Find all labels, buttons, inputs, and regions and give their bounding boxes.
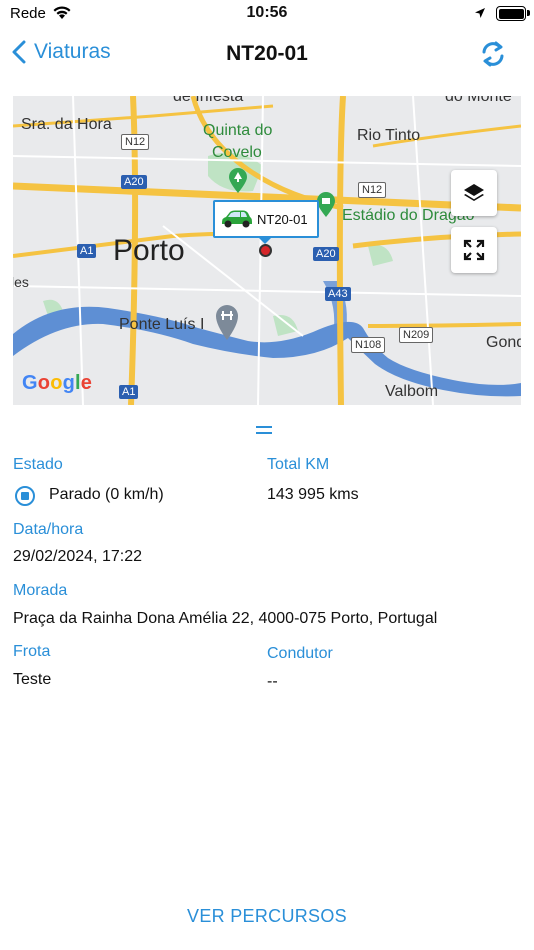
map-place-label: Rio Tinto <box>357 127 421 144</box>
road-shield: N12 <box>358 182 387 198</box>
status-bar: Rede 10:56 <box>0 0 534 30</box>
vehicle-callout-label: NT20-01 <box>257 211 308 227</box>
chevron-left-icon <box>12 40 26 64</box>
location-arrow-icon <box>475 8 485 18</box>
address-value: Praça da Rainha Dona Amélia 22, 4000-075… <box>13 610 438 627</box>
back-button[interactable]: Viaturas <box>12 40 111 64</box>
road-shield: N108 <box>351 337 386 353</box>
map-place-label: Porto <box>113 234 185 267</box>
map-place-label: Gond <box>486 334 521 351</box>
drag-handle-icon[interactable] <box>256 426 272 436</box>
road-shield: N209 <box>399 327 434 343</box>
battery-icon <box>496 6 526 21</box>
map-place-label: Ponte Luís I <box>119 316 205 333</box>
clock: 10:56 <box>246 4 288 21</box>
datetime-label: Data/hora <box>13 521 84 538</box>
stop-circle-icon <box>15 486 35 506</box>
status-label: Estado <box>13 456 63 473</box>
map-place-label: Valbom <box>385 383 439 400</box>
total-km-label: Total KM <box>267 456 330 473</box>
vehicle-map[interactable]: de Infesta do Monte Sra. da Hora Quinta … <box>13 96 521 405</box>
map-place-label: Quinta do <box>203 122 273 139</box>
map-place-label: les <box>13 274 29 290</box>
back-label: Viaturas <box>34 40 111 63</box>
fullscreen-icon <box>463 239 485 261</box>
road-shield: A20 <box>121 175 147 189</box>
vehicle-marker[interactable] <box>259 244 272 257</box>
fleet-label: Frota <box>13 643 51 660</box>
datetime-value: 29/02/2024, 17:22 <box>13 548 143 565</box>
fleet-value: Teste <box>13 671 52 688</box>
map-place-label: de Infesta <box>173 96 244 105</box>
layers-icon <box>464 184 484 201</box>
callout-pointer <box>257 236 273 244</box>
car-icon <box>222 210 252 228</box>
park-pin-icon <box>229 168 247 193</box>
map-place-label: Covelo <box>212 144 262 161</box>
road-shield: N12 <box>121 134 150 150</box>
road-shield: A20 <box>313 247 339 261</box>
refresh-icon <box>482 41 504 67</box>
landmark-pin-icon <box>216 305 238 340</box>
road-shield: A1 <box>77 244 97 258</box>
battery-cap <box>527 10 530 16</box>
address-label: Morada <box>13 582 68 599</box>
road-shield: A1 <box>119 385 139 399</box>
refresh-button[interactable] <box>480 40 506 73</box>
total-km-value: 143 995 kms <box>267 486 359 503</box>
map-fullscreen-button[interactable] <box>451 227 497 273</box>
map-place-label: do Monte <box>445 96 512 105</box>
nav-bar: Viaturas NT20-01 <box>0 30 534 80</box>
map-place-label: Sra. da Hora <box>21 116 112 133</box>
driver-value: -- <box>267 673 278 690</box>
road-shield: A43 <box>325 287 351 301</box>
view-routes-button[interactable]: VER PERCURSOS <box>0 906 534 927</box>
vehicle-callout[interactable]: NT20-01 <box>213 200 319 238</box>
driver-label: Condutor <box>267 645 333 662</box>
status-value: Parado (0 km/h) <box>49 486 164 503</box>
map-layers-button[interactable] <box>451 170 497 216</box>
google-logo: Google <box>22 372 93 394</box>
